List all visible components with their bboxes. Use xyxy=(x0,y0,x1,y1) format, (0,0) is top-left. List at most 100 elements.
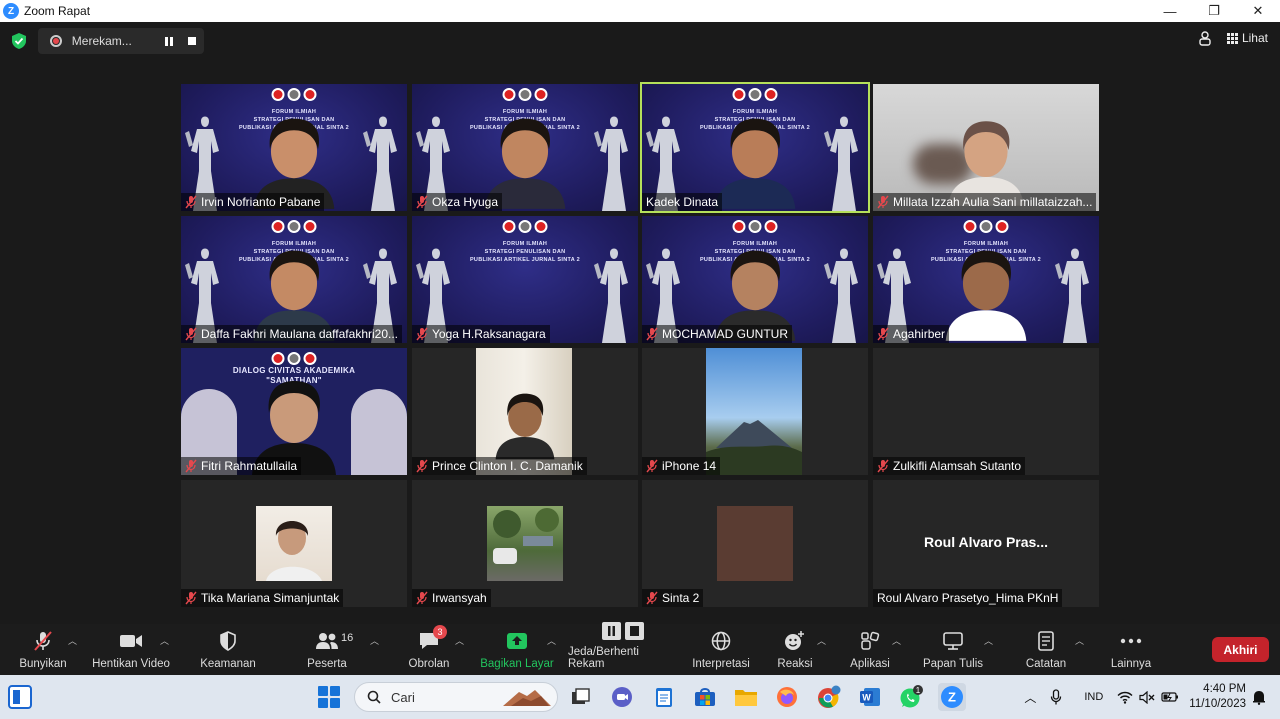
participant-tile[interactable]: Sinta 2 xyxy=(642,480,868,607)
maximize-button[interactable]: ❐ xyxy=(1192,0,1236,22)
notification-bell-icon[interactable] xyxy=(1252,689,1266,705)
participant-tile[interactable]: FORUM ILMIAHSTRATEGI PENULISAN DANPUBLIK… xyxy=(412,216,638,343)
participant-name-label: Irwansyah xyxy=(412,589,491,607)
more-dots-icon xyxy=(1120,638,1142,644)
profile-picture xyxy=(717,506,793,581)
notepad-icon[interactable] xyxy=(650,683,678,711)
audio-options-caret[interactable]: ︿ xyxy=(68,634,77,647)
svg-text:W: W xyxy=(862,693,871,703)
participants-button[interactable]: 16 Peserta xyxy=(304,624,353,675)
notes-options-caret[interactable]: ︿ xyxy=(1075,634,1084,647)
view-button[interactable]: Lihat xyxy=(1242,31,1268,45)
more-label: Lainnya xyxy=(1110,658,1152,670)
participant-tile[interactable]: iPhone 14 xyxy=(642,348,868,475)
participant-tile[interactable]: Millata Izzah Aulia Sani millataizzah... xyxy=(873,84,1099,211)
reactions-button[interactable]: Reaksi xyxy=(776,624,814,675)
participant-tile[interactable]: DIALOG CIVITAS AKADEMIKA "SAMATHAN" Fitri … xyxy=(181,348,407,475)
mic-muted-icon xyxy=(185,195,197,209)
meeting-area: Merekam... Lihat FORUM ILMIAHSTRATEGI PE… xyxy=(0,22,1280,624)
participant-tile[interactable]: Zulkifli Alamsah Sutanto xyxy=(873,348,1099,475)
task-view-icon[interactable] xyxy=(566,683,594,711)
end-meeting-button[interactable]: Akhiri xyxy=(1212,637,1269,662)
file-explorer-icon[interactable] xyxy=(732,683,760,711)
whatsapp-icon[interactable]: 1 xyxy=(897,683,925,711)
reactions-options-caret[interactable]: ︿ xyxy=(817,634,826,647)
participant-name: Okza Hyuga xyxy=(432,195,499,209)
share-options-caret[interactable]: ︿ xyxy=(547,634,556,647)
unmute-button[interactable]: Bunyikan xyxy=(18,624,68,675)
teams-chat-icon[interactable] xyxy=(608,683,636,711)
participant-name-label: Fitri Rahmatullaila xyxy=(181,457,302,475)
participant-tile[interactable]: FORUM ILMIAHSTRATEGI PENULISAN DANPUBLIK… xyxy=(181,216,407,343)
minimize-button[interactable]: — xyxy=(1148,0,1192,22)
participant-tile[interactable]: Roul Alvaro Pras... Roul Alvaro Prasetyo_… xyxy=(873,480,1099,607)
chat-button[interactable]: 3 Obrolan xyxy=(404,624,454,675)
taskbar-clock[interactable]: 4:40 PM 11/10/2023 xyxy=(1189,682,1246,712)
notes-button[interactable]: Catatan xyxy=(1024,624,1068,675)
share-screen-button[interactable]: Bagikan Layar xyxy=(480,624,554,675)
battery-charging-icon[interactable] xyxy=(1161,691,1179,703)
mic-muted-icon xyxy=(416,591,428,605)
close-button[interactable]: ✕ xyxy=(1236,0,1280,22)
show-hidden-icons-caret[interactable]: ︿ xyxy=(1024,689,1036,706)
participant-name: Daffa Fakhri Maulana daffafakhri20... xyxy=(201,327,399,341)
chat-options-caret[interactable]: ︿ xyxy=(455,634,464,647)
mic-muted-icon xyxy=(185,591,197,605)
camera-feed xyxy=(706,348,802,475)
participant-tile[interactable]: Tika Mariana Simanjuntak xyxy=(181,480,407,607)
taskbar-search[interactable]: Cari xyxy=(354,682,558,712)
participant-name: Fitri Rahmatullaila xyxy=(201,459,298,473)
security-label: Keamanan xyxy=(200,658,256,670)
zoom-logo-icon: Z xyxy=(3,3,19,19)
participants-options-caret[interactable]: ︿ xyxy=(370,634,379,647)
security-button[interactable]: Keamanan xyxy=(200,624,256,675)
participant-name-label: Irvin Nofrianto Pabane xyxy=(181,193,325,211)
volume-muted-icon[interactable] xyxy=(1139,690,1155,704)
participant-tile[interactable]: FORUM ILMIAHSTRATEGI PENULISAN DANPUBLIK… xyxy=(181,84,407,211)
share-screen-icon xyxy=(507,633,527,649)
participant-name-label: Daffa Fakhri Maulana daffafakhri20... xyxy=(181,325,403,343)
whiteboard-options-caret[interactable]: ︿ xyxy=(984,634,993,647)
video-options-caret[interactable]: ︿ xyxy=(160,634,169,647)
mic-muted-icon xyxy=(877,195,889,209)
more-button[interactable]: Lainnya xyxy=(1108,624,1154,675)
event-logos xyxy=(271,352,317,365)
stop-video-label: Hentikan Video xyxy=(92,658,170,670)
zoom-taskbar-icon[interactable]: Z xyxy=(938,683,966,711)
stop-video-button[interactable]: Hentikan Video xyxy=(91,624,171,675)
participant-name-label: Tika Mariana Simanjuntak xyxy=(181,589,344,607)
participant-tile[interactable]: FORUM ILMIAHSTRATEGI PENULISAN DANPUBLIK… xyxy=(642,216,868,343)
wifi-icon[interactable] xyxy=(1117,691,1133,704)
start-button[interactable] xyxy=(318,686,340,708)
pause-stop-recording-button[interactable]: Jeda/Berhenti Rekam xyxy=(568,622,678,675)
participant-tile[interactable]: Prince Clinton I. C. Damanik xyxy=(412,348,638,475)
search-highlight-image-icon xyxy=(503,690,551,706)
participant-tile[interactable]: Irwansyah xyxy=(412,480,638,607)
stop-recording-button[interactable] xyxy=(181,37,204,45)
immersive-view-icon[interactable] xyxy=(1197,30,1213,46)
whiteboard-button[interactable]: Papan Tulis xyxy=(922,624,984,675)
apps-options-caret[interactable]: ︿ xyxy=(892,634,901,647)
apps-label: Aplikasi xyxy=(850,658,890,670)
chrome-icon[interactable] xyxy=(815,683,843,711)
participant-name: Sinta 2 xyxy=(662,591,700,605)
recording-label: Merekam... xyxy=(71,34,132,48)
microsoft-store-icon[interactable] xyxy=(691,683,719,711)
firefox-icon[interactable] xyxy=(773,683,801,711)
apps-button[interactable]: Aplikasi xyxy=(848,624,892,675)
microphone-icon[interactable] xyxy=(1050,689,1062,705)
record-dot-icon xyxy=(50,35,62,47)
participant-name-label: Okza Hyuga xyxy=(412,193,503,211)
word-icon[interactable]: W xyxy=(856,683,884,711)
pause-icon xyxy=(165,36,173,46)
chat-unread-badge: 3 xyxy=(433,625,447,639)
participant-tile[interactable]: FORUM ILMIAHSTRATEGI PENULISAN DANPUBLIK… xyxy=(640,82,870,213)
participant-tile[interactable]: FORUM ILMIAHSTRATEGI PENULISAN DANPUBLIK… xyxy=(412,84,638,211)
pause-recording-button[interactable] xyxy=(157,36,180,46)
participant-tile[interactable]: FORUM ILMIAHSTRATEGI PENULISAN DANPUBLIK… xyxy=(873,216,1099,343)
encryption-shield-icon[interactable] xyxy=(10,32,28,50)
event-logos xyxy=(963,220,1009,233)
widgets-icon[interactable] xyxy=(8,685,32,709)
input-language[interactable]: IND xyxy=(1084,691,1103,703)
interpretation-button[interactable]: Interpretasi xyxy=(690,624,752,675)
